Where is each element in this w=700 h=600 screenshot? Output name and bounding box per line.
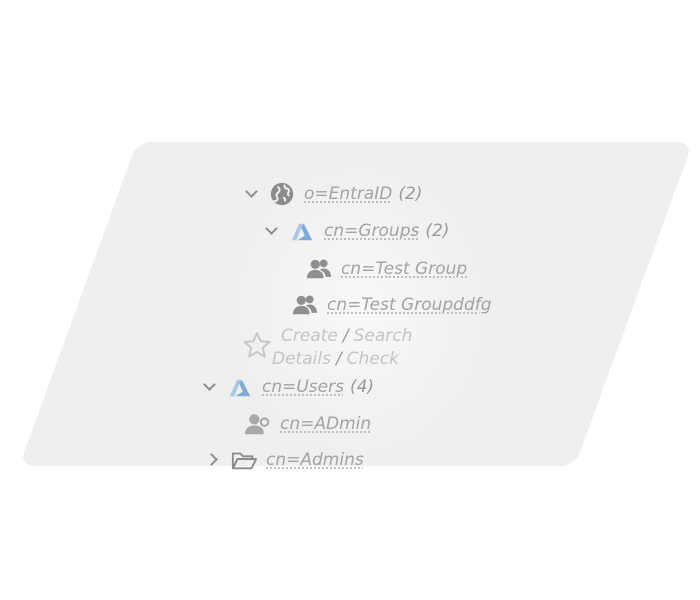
- create-link[interactable]: Create: [281, 326, 338, 346]
- directory-tree: o=EntraID (2) cn=Groups (2) cn=Test Grou…: [0, 0, 700, 600]
- node-count: (2): [398, 184, 423, 204]
- tree-node-entraid[interactable]: o=EntraID (2): [244, 181, 422, 207]
- user-key-icon: [244, 411, 272, 437]
- node-label[interactable]: cn=Test Group: [341, 259, 467, 279]
- search-link[interactable]: Search: [354, 326, 413, 346]
- chevron-down-icon[interactable]: [264, 223, 280, 239]
- node-count: (2): [425, 221, 450, 241]
- node-label[interactable]: cn=ADmin: [280, 414, 371, 434]
- chevron-down-icon[interactable]: [244, 186, 260, 202]
- azure-icon: [288, 218, 316, 244]
- node-label[interactable]: cn=Groups: [324, 221, 419, 241]
- azure-icon: [226, 374, 254, 400]
- folder-open-icon: [230, 447, 258, 473]
- node-label[interactable]: cn=Test Groupddfg: [327, 295, 492, 315]
- separator: /: [342, 326, 349, 346]
- chevron-down-icon[interactable]: [202, 379, 218, 395]
- tree-node-test-groupddfg[interactable]: cn=Test Groupddfg: [291, 292, 492, 318]
- users-icon: [305, 256, 333, 282]
- tree-node-test-group[interactable]: cn=Test Group: [305, 256, 467, 282]
- star-icon: [242, 330, 272, 360]
- tree-node-admins[interactable]: cn=Admins: [206, 447, 364, 473]
- node-label[interactable]: cn=Users: [262, 377, 344, 397]
- tree-node-groups[interactable]: cn=Groups (2): [264, 218, 449, 244]
- node-count: (4): [349, 377, 375, 397]
- check-link[interactable]: Check: [347, 349, 399, 369]
- tree-node-admin-user[interactable]: cn=ADmin: [244, 411, 371, 437]
- users-icon: [291, 292, 319, 318]
- separator: /: [335, 349, 342, 369]
- globe-icon: [268, 181, 296, 207]
- tree-view-stage: o=EntraID (2) cn=Groups (2) cn=Test Grou…: [0, 0, 700, 600]
- chevron-right-icon[interactable]: [206, 452, 222, 468]
- details-link[interactable]: Details: [272, 349, 331, 369]
- node-label[interactable]: o=EntraID: [304, 184, 392, 204]
- tree-node-users[interactable]: cn=Users (4): [202, 374, 374, 400]
- node-label[interactable]: cn=Admins: [266, 450, 364, 470]
- actions-line-1: Create / Search: [281, 326, 412, 346]
- actions-line-2: Details / Check: [272, 349, 399, 369]
